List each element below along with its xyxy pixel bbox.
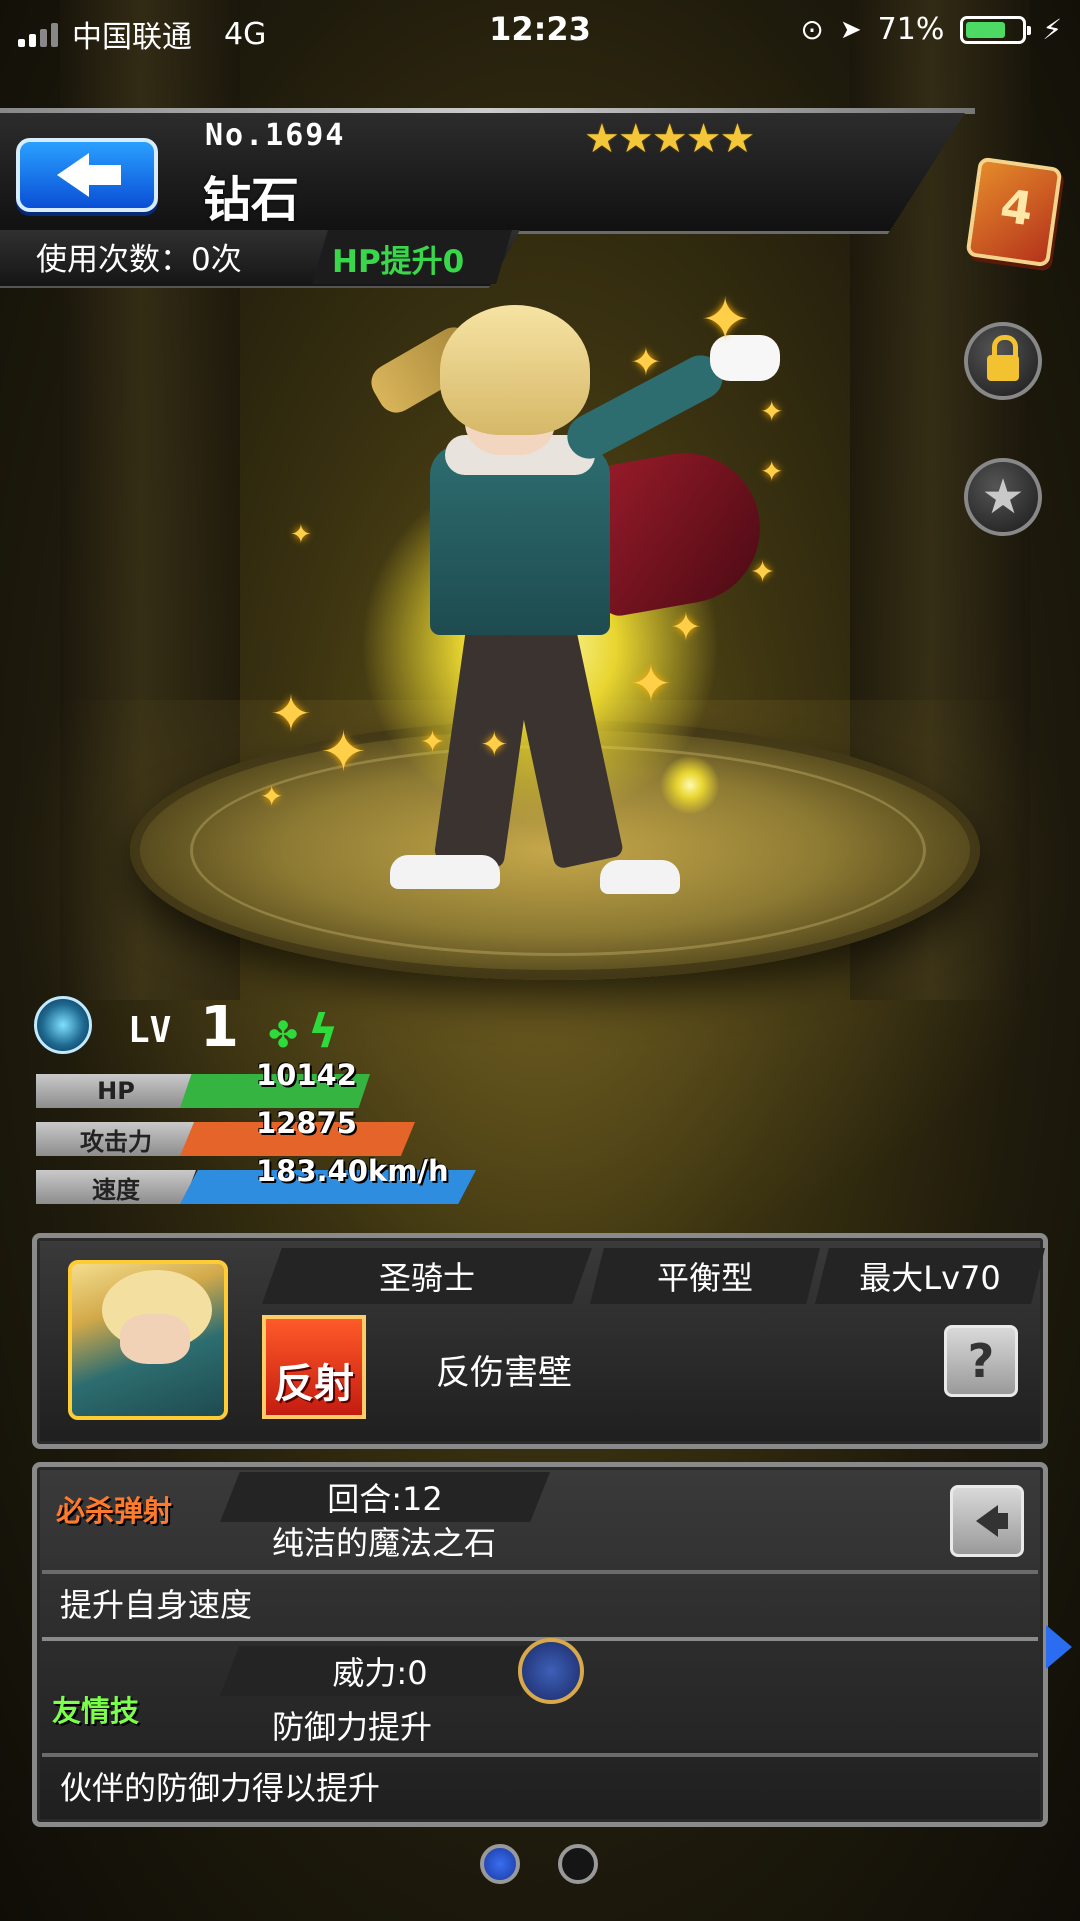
back-arrow-icon — [57, 153, 121, 197]
max-level-tag: 最大Lv70 — [815, 1248, 1045, 1304]
sparkle-icon: ✦ — [270, 685, 312, 743]
lock-button[interactable] — [964, 322, 1042, 400]
stat-label-speed: 速度 — [36, 1170, 196, 1204]
battery-icon — [960, 15, 1032, 44]
sparkle-icon: ✦ — [630, 340, 662, 384]
stat-value-speed: 183.40km/h — [256, 1154, 449, 1188]
help-button[interactable]: ? — [944, 1325, 1018, 1397]
strike-shot-title: 必杀弹射 — [56, 1494, 173, 1528]
type-tag: 平衡型 — [590, 1248, 820, 1304]
book-icon[interactable] — [965, 156, 1063, 268]
divider — [42, 1753, 1038, 1757]
status-bar: 中国联通 4G 12:23 ⊙ ➤ 71% ⚡ — [0, 0, 1080, 60]
strike-shot-name: 纯洁的魔法之石 — [272, 1524, 497, 1562]
reflect-type-label: 反射 — [274, 1361, 354, 1407]
race-tag: 圣骑士 — [262, 1248, 592, 1304]
friendship-desc: 伙伴的防御力得以提升 — [60, 1769, 381, 1807]
rarity-stars: ★★★★★ — [584, 116, 755, 162]
friendship-name: 防御力提升 — [272, 1708, 433, 1746]
monster-portrait[interactable] — [68, 1260, 228, 1420]
reflect-type-icon: 反射 — [262, 1315, 366, 1419]
sparkle-icon: ✦ — [760, 395, 784, 428]
monster-name: 钻石 — [203, 172, 300, 228]
character-art: ✦ ✦ ✦ ✦ ✦ ✦ ✦ ✦ ✦ ✦ ✦ ✦ ✦ — [260, 285, 790, 905]
character-shoe — [390, 855, 500, 889]
monster-number: No.1694 — [205, 118, 346, 153]
stat-value-attack: 12875 — [256, 1106, 357, 1140]
sparkle-icon: ✦ — [420, 725, 446, 760]
friendship-power: 威力:0 — [220, 1646, 540, 1696]
sparkle-glow — [660, 755, 720, 815]
level-value: 1 — [200, 995, 239, 1060]
stat-label-hp: HP — [36, 1074, 196, 1108]
page-dot[interactable] — [558, 1844, 598, 1884]
charging-icon: ⚡ — [1042, 13, 1062, 46]
sparkle-icon: ✦ — [480, 725, 509, 765]
strike-turns: 回合:12 — [220, 1472, 550, 1522]
location-icon: ➤ — [839, 14, 862, 45]
hp-up-badge: HP提升0 — [312, 230, 512, 284]
lightning-icon: ϟ — [308, 1004, 339, 1058]
ability-name: 反伤害壁 — [436, 1353, 572, 1393]
battery-percent: 71% — [877, 12, 945, 47]
hp-up-label: HP提升0 — [332, 244, 465, 280]
level-label: LV — [128, 1010, 172, 1051]
sparkle-icon: ✦ — [630, 655, 672, 713]
rotation-lock-icon: ⊙ — [800, 13, 824, 46]
stat-label-attack: 攻击力 — [36, 1122, 196, 1156]
sparkle-icon: ✦ — [260, 780, 284, 813]
back-button[interactable] — [16, 138, 158, 212]
clover-icon: ✤ — [268, 1015, 299, 1056]
usage-count: 使用次数：0次 — [36, 242, 242, 278]
character-shoe — [600, 860, 680, 894]
sparkle-icon: ✦ — [670, 605, 702, 649]
friendship-title: 友情技 — [52, 1694, 140, 1728]
character-hair — [440, 305, 590, 435]
friendship-badge-icon[interactable] — [518, 1638, 584, 1704]
sparkle-icon: ✦ — [750, 555, 776, 590]
page-dot[interactable] — [480, 1844, 520, 1884]
next-page-arrow-icon[interactable] — [1046, 1625, 1072, 1669]
sparkle-icon: ✦ — [700, 285, 751, 355]
sparkle-icon: ✦ — [290, 520, 312, 550]
voice-button[interactable] — [950, 1485, 1024, 1557]
strike-shot-desc: 提升自身速度 — [60, 1586, 253, 1624]
lock-icon — [987, 335, 1019, 381]
sparkle-icon: ✦ — [760, 455, 784, 488]
element-icon — [34, 996, 92, 1054]
divider — [42, 1570, 1038, 1574]
speaker-icon — [976, 1505, 1008, 1537]
stat-value-hp: 10142 — [256, 1058, 357, 1092]
star-icon: ★ — [981, 469, 1025, 525]
portrait-face — [120, 1314, 190, 1364]
sparkle-icon: ✦ — [320, 720, 367, 785]
favorite-button[interactable]: ★ — [964, 458, 1042, 536]
